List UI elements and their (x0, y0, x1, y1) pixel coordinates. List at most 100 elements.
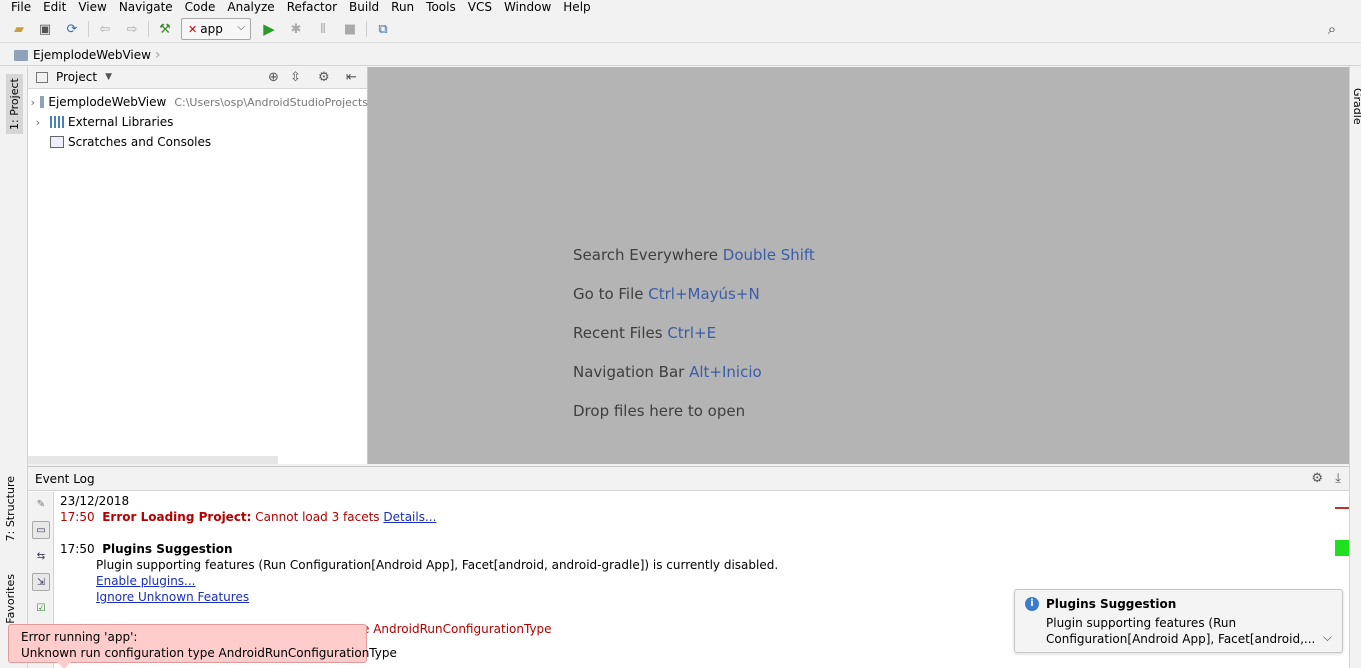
error-stripe-marker[interactable] (1335, 507, 1349, 509)
hint-drop-files: Drop files here to open (573, 402, 746, 420)
debug-icon[interactable]: ✱ (287, 20, 305, 38)
chevron-down-icon: ⌵ (237, 22, 245, 33)
menu-build[interactable]: Build (343, 0, 385, 14)
avd-manager-icon[interactable]: ⧉ (374, 20, 392, 38)
profile-icon[interactable]: ⫴ (314, 20, 332, 38)
balloon-icon[interactable]: ▭ (32, 521, 50, 539)
tool-tab-favorites[interactable]: Favorites (4, 574, 17, 624)
open-folder-icon[interactable]: ▰ (10, 20, 28, 38)
editor-empty-area[interactable]: Search Everywhere Double Shift Go to Fil… (368, 67, 1349, 464)
scratches-icon (50, 136, 64, 148)
run-configuration-select[interactable]: ✕ app ⌵ (181, 18, 251, 40)
forward-icon[interactable]: ⇨ (123, 20, 141, 38)
log-entry-error: 17:50 Error Loading Project: Cannot load… (60, 509, 436, 525)
mark-read-icon[interactable]: ☑ (32, 599, 50, 617)
menu-navigate[interactable]: Navigate (113, 0, 179, 14)
balloon-message-line2: Configuration[Android App], Facet[androi… (1046, 632, 1316, 646)
menu-view[interactable]: View (72, 0, 112, 14)
settings-wrench-icon[interactable]: ✎ (32, 495, 50, 513)
project-view-selector[interactable]: Project ▼ (36, 70, 112, 84)
log-title: Error Loading Project: (102, 510, 252, 524)
error-tooltip-line1: Error running 'app': (21, 630, 138, 644)
log-time: 17:50 (60, 542, 95, 556)
log-date: 23/12/2018 (60, 494, 130, 508)
tool-tab-gradle[interactable]: Gradle (1351, 88, 1361, 125)
scroll-to-end-icon[interactable]: ⇲ (32, 573, 50, 591)
menu-help[interactable]: Help (557, 0, 596, 14)
menu-run[interactable]: Run (385, 0, 420, 14)
tree-item-project[interactable]: › EjemplodeWebView C:\Users\osp\AndroidS… (28, 92, 368, 112)
log-message-partial: e AndroidRunConfigurationType (362, 622, 552, 636)
hide-panel-icon[interactable]: ⤓ (1335, 471, 1341, 486)
back-icon[interactable]: ⇦ (96, 20, 114, 38)
module-folder-icon (39, 96, 45, 108)
balloon-message-line1: Plugin supporting features (Run (1046, 616, 1237, 630)
error-tooltip-line2: Unknown run configuration type AndroidRu… (21, 646, 397, 660)
menu-analyze[interactable]: Analyze (221, 0, 280, 14)
menu-vcs[interactable]: VCS (462, 0, 498, 14)
menu-edit[interactable]: Edit (37, 0, 72, 14)
run-icon[interactable]: ▶ (260, 20, 278, 38)
tree-item-scratches[interactable]: Scratches and Consoles (28, 132, 368, 152)
expand-arrow-icon[interactable]: › (30, 116, 46, 129)
stop-icon[interactable]: ■ (341, 20, 359, 38)
event-log-header: Event Log ⚙ ⤓ (28, 467, 1349, 491)
config-error-icon: ✕ (188, 22, 198, 36)
horizontal-scrollbar[interactable] (28, 456, 278, 464)
tree-item-label: EjemplodeWebView (48, 95, 167, 109)
save-icon[interactable]: ▣ (36, 20, 54, 38)
tool-tab-project[interactable]: 1: Project (6, 74, 23, 134)
tool-tab-structure[interactable]: 7: Structure (4, 476, 17, 541)
info-icon: i (1025, 597, 1039, 611)
shortcut-keys: Double Shift (722, 246, 815, 264)
run-configuration-label: app (200, 22, 223, 36)
menu-window[interactable]: Window (498, 0, 557, 14)
menu-tools[interactable]: Tools (420, 0, 462, 14)
menu-code[interactable]: Code (179, 0, 222, 14)
toolbar-separator (148, 21, 149, 37)
breadcrumb-project[interactable]: EjemplodeWebView (33, 48, 151, 62)
notification-balloon[interactable]: i Plugins Suggestion Plugin supporting f… (1014, 589, 1343, 653)
breadcrumb[interactable]: EjemplodeWebView › (14, 46, 167, 64)
search-icon[interactable]: ⌕ (1323, 20, 1341, 38)
libraries-icon (50, 116, 64, 128)
log-message: Cannot load 3 facets (255, 510, 380, 524)
locate-icon[interactable]: ⊕ (268, 70, 279, 85)
project-view-label: Project (56, 70, 98, 84)
details-link[interactable]: Details... (383, 510, 436, 524)
menu-file[interactable]: File (0, 0, 37, 14)
breadcrumb-separator-icon: › (154, 47, 161, 63)
log-title: Plugins Suggestion (102, 542, 233, 556)
tree-item-path: C:\Users\osp\AndroidStudioProjects (174, 95, 368, 109)
sync-icon[interactable]: ⟳ (63, 20, 81, 38)
hint-navigation-bar: Navigation Bar Alt+Inicio (573, 363, 762, 381)
menu-refactor[interactable]: Refactor (281, 0, 343, 14)
main-toolbar: ▰ ▣ ⟳ ⇦ ⇨ ⚒ ✕ app ⌵ ▶ ✱ ⫴ ■ ⧉ ⌕ (0, 15, 1361, 43)
project-view-icon (36, 71, 48, 83)
collapse-all-icon[interactable]: ⇳ (290, 70, 301, 85)
expand-chevron-icon[interactable]: ⌵ (1323, 630, 1332, 645)
project-panel-header: Project ▼ ⊕ ⇳ ⚙ ⇤ (28, 67, 367, 89)
tree-item-external-libraries[interactable]: › External Libraries (28, 112, 368, 132)
navigation-bar: EjemplodeWebView › (0, 44, 1361, 66)
project-panel: Project ▼ ⊕ ⇳ ⚙ ⇤ › EjemplodeWebView C:\… (28, 67, 368, 464)
shortcut-keys: Alt+Inicio (689, 363, 762, 381)
menu-bar: File Edit View Navigate Code Analyze Ref… (0, 0, 1361, 14)
gear-icon[interactable]: ⚙ (318, 70, 330, 85)
status-marker[interactable] (1335, 540, 1349, 556)
log-time: 17:50 (60, 510, 95, 524)
hide-panel-icon[interactable]: ⇤ (346, 70, 357, 85)
gear-icon[interactable]: ⚙ (1311, 471, 1323, 486)
tree-item-label: External Libraries (68, 115, 174, 129)
tree-item-label: Scratches and Consoles (68, 135, 212, 149)
run-error-tooltip: Error running 'app': Unknown run configu… (8, 624, 397, 668)
make-project-hammer-icon[interactable]: ⚒ (156, 20, 174, 38)
balloon-title: Plugins Suggestion (1046, 597, 1177, 611)
soft-wrap-icon[interactable]: ⇆ (32, 547, 50, 565)
event-log-title: Event Log (35, 472, 95, 486)
ignore-unknown-features-link[interactable]: Ignore Unknown Features (96, 590, 249, 604)
toolbar-separator (88, 21, 89, 37)
expand-arrow-icon[interactable]: › (30, 96, 36, 109)
toolbar-separator (366, 21, 367, 37)
enable-plugins-link[interactable]: Enable plugins... (96, 574, 196, 588)
